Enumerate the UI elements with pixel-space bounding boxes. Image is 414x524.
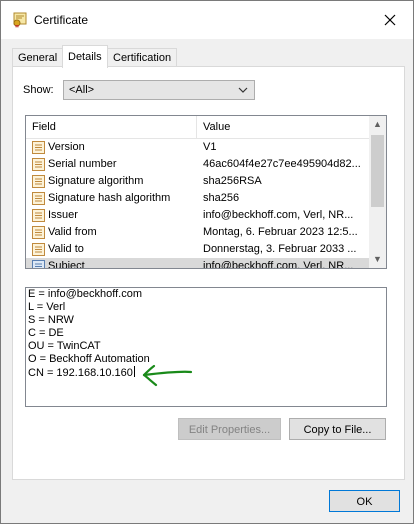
field-icon [32,260,45,268]
annotation-arrow-icon [142,364,193,387]
field-value: info@beckhoff.com, Verl, NR... [203,209,354,221]
detail-line-cn: CN = 192.168.10.160 [26,366,386,379]
field-list: Field Value Version V1 Serial number 46a… [25,115,387,269]
field-icon [32,141,45,154]
detail-line: E = info@beckhoff.com [28,288,142,300]
field-icon [32,226,45,239]
close-icon [384,14,396,26]
show-dropdown-value: <All> [69,84,95,96]
edit-properties-button[interactable]: Edit Properties... [178,418,281,440]
field-name: Subject [48,260,85,269]
list-item[interactable]: Serial number 46ac604f4e27c7ee495904d82.… [26,156,369,173]
scrollbar-thumb[interactable] [371,135,384,207]
tab-details[interactable]: Details [62,45,108,68]
copy-to-file-button[interactable]: Copy to File... [289,418,386,440]
field-value: sha256 [203,192,240,204]
field-value: V1 [203,141,217,153]
list-item[interactable]: Signature hash algorithm sha256 [26,190,369,207]
title-bar: Certificate [1,1,413,39]
field-name: Valid to [48,243,84,255]
list-scrollbar[interactable]: ▲ ▼ [369,116,386,268]
field-name: Signature algorithm [48,175,144,187]
list-item-selected[interactable]: Subject info@beckhoff.com, Verl, NR... [26,258,369,269]
list-item[interactable]: Version V1 [26,139,369,156]
detail-line: OU = TwinCAT [28,340,101,352]
field-value: Donnerstag, 3. Februar 2033 ... [203,243,357,255]
details-panel: Show: <All> Field Value Version V1 Seria… [12,66,405,480]
detail-line: L = Verl [28,301,66,313]
list-rows: Version V1 Serial number 46ac604f4e27c7e… [26,139,369,269]
field-value: 46ac604f4e27c7ee495904d82... [203,158,361,170]
certificate-icon [12,12,28,28]
window-title: Certificate [34,13,89,27]
field-name: Serial number [48,158,117,170]
scroll-up-arrow-icon[interactable]: ▲ [369,116,386,133]
ok-button[interactable]: OK [329,490,400,512]
field-icon [32,175,45,188]
show-label: Show: [23,84,54,96]
column-divider[interactable] [196,116,197,138]
field-name: Version [48,141,85,153]
list-header: Field Value [26,116,369,139]
list-item[interactable]: Issuer info@beckhoff.com, Verl, NR... [26,207,369,224]
field-value: sha256RSA [203,175,262,187]
text-caret [133,366,135,377]
certificate-dialog: Certificate General Details Certificatio… [0,0,414,524]
list-item[interactable]: Signature algorithm sha256RSA [26,173,369,190]
close-button[interactable] [367,1,413,39]
field-value: info@beckhoff.com, Verl, NR... [203,260,354,269]
detail-line-cn-text: CN = 192.168.10.160 [28,367,133,379]
detail-line: O = Beckhoff Automation [28,353,150,365]
field-value: Montag, 6. Februar 2023 12:5... [203,226,358,238]
detail-line: C = DE [28,327,64,339]
show-dropdown[interactable]: <All> [63,80,255,100]
list-item[interactable]: Valid to Donnerstag, 3. Februar 2033 ... [26,241,369,258]
field-icon [32,209,45,222]
field-name: Issuer [48,209,78,221]
field-icon [32,158,45,171]
field-icon [32,243,45,256]
detail-line: S = NRW [28,314,74,326]
column-header-value[interactable]: Value [203,121,230,133]
list-item[interactable]: Valid from Montag, 6. Februar 2023 12:5.… [26,224,369,241]
field-icon [32,192,45,205]
field-name: Valid from [48,226,97,238]
chevron-down-icon [238,83,248,100]
scroll-down-arrow-icon[interactable]: ▼ [369,251,386,268]
column-header-field[interactable]: Field [32,121,56,133]
tab-general[interactable]: General [12,48,64,67]
tab-certification-path[interactable]: Certification Path [107,48,178,82]
field-name: Signature hash algorithm [48,192,171,204]
field-detail-textbox[interactable]: E = info@beckhoff.com L = Verl S = NRW C… [25,287,387,407]
